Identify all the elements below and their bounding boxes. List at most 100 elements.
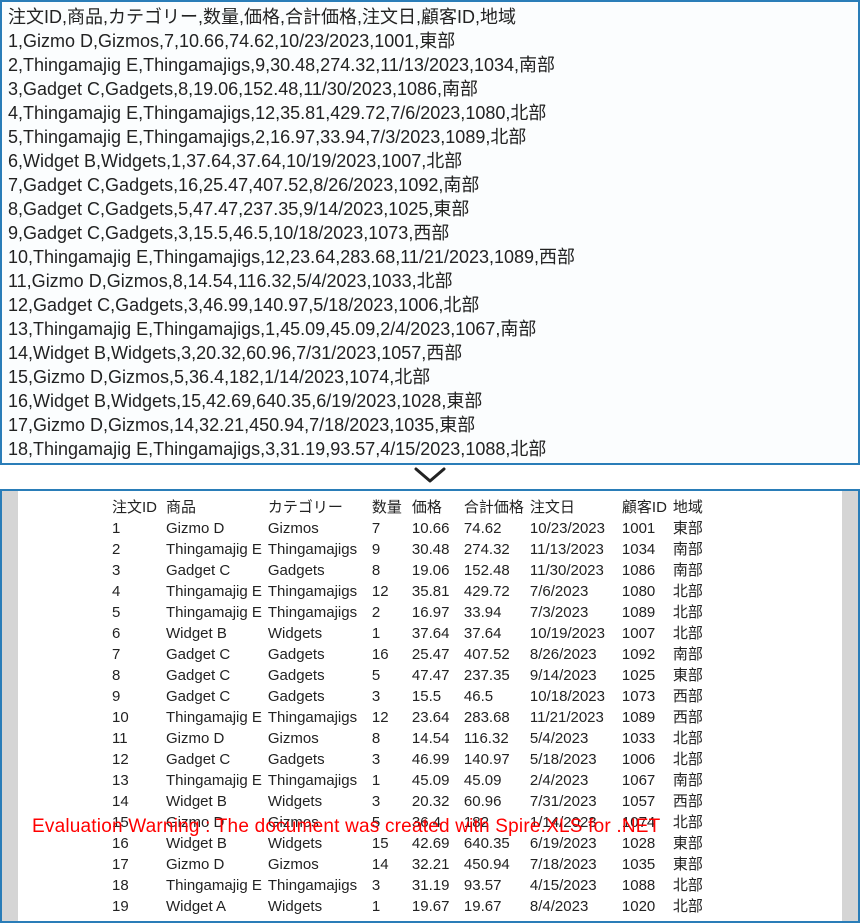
table-cell: Widgets [268, 896, 372, 917]
table-row: 14Widget BWidgets320.3260.967/31/2023105… [112, 791, 723, 812]
csv-data-line: 2,Thingamajig E,Thingamajigs,9,30.48,274… [8, 53, 852, 77]
csv-data-line: 9,Gadget C,Gadgets,3,15.5,46.5,10/18/202… [8, 221, 852, 245]
table-cell: 16.97 [412, 602, 464, 623]
table-cell: 3 [372, 749, 412, 770]
table-row: 6Widget BWidgets137.6437.6410/19/2023100… [112, 623, 723, 644]
table-cell: Thingamajigs [268, 539, 372, 560]
table-cell: Thingamajigs [268, 707, 372, 728]
table-cell: 283.68 [464, 707, 530, 728]
sheet-gutter-left [2, 491, 18, 921]
table-cell: 5 [372, 665, 412, 686]
table-cell: 60.96 [464, 791, 530, 812]
table-cell: 東部 [673, 854, 723, 875]
table-cell: 30.48 [412, 539, 464, 560]
table-cell: 3 [372, 686, 412, 707]
table-cell: Thingamajig E [166, 770, 268, 791]
table-cell: 13 [112, 770, 166, 791]
csv-data-line: 6,Widget B,Widgets,1,37.64,37.64,10/19/2… [8, 149, 852, 173]
table-cell: 10.66 [412, 518, 464, 539]
table-cell: 47.47 [412, 665, 464, 686]
table-cell: Thingamajig E [166, 707, 268, 728]
table-cell: 20.32 [412, 791, 464, 812]
table-cell: 東部 [673, 833, 723, 854]
table-row: 8Gadget CGadgets547.47237.359/14/2023102… [112, 665, 723, 686]
table-cell: 10 [112, 707, 166, 728]
table-cell: 8 [372, 728, 412, 749]
table-cell: 東部 [673, 665, 723, 686]
table-cell: 237.35 [464, 665, 530, 686]
csv-data-line: 7,Gadget C,Gadgets,16,25.47,407.52,8/26/… [8, 173, 852, 197]
table-cell: 10/18/2023 [530, 686, 622, 707]
table-cell: 5 [112, 602, 166, 623]
csv-data-line: 17,Gizmo D,Gizmos,14,32.21,450.94,7/18/2… [8, 413, 852, 437]
table-cell: 1057 [622, 791, 673, 812]
table-cell: 1001 [622, 518, 673, 539]
table-cell: 11 [112, 728, 166, 749]
table-cell: 16 [372, 644, 412, 665]
table-cell: Gadget C [166, 686, 268, 707]
table-row: 19Widget AWidgets119.6719.678/4/20231020… [112, 896, 723, 917]
table-cell: 3 [372, 875, 412, 896]
table-cell: Thingamajig E [166, 581, 268, 602]
table-row: 4Thingamajig EThingamajigs1235.81429.727… [112, 581, 723, 602]
table-cell: 23.64 [412, 707, 464, 728]
table-cell: 1086 [622, 560, 673, 581]
column-header: 価格 [412, 497, 464, 518]
table-cell: 450.94 [464, 854, 530, 875]
table-cell: 14 [372, 854, 412, 875]
table-cell: 1089 [622, 602, 673, 623]
table-cell: Gadgets [268, 749, 372, 770]
table-row: 3Gadget CGadgets819.06152.4811/30/202310… [112, 560, 723, 581]
table-cell: 46.99 [412, 749, 464, 770]
table-cell: 274.32 [464, 539, 530, 560]
table-cell: 12 [372, 581, 412, 602]
table-cell: 4/15/2023 [530, 875, 622, 896]
table-cell: 2/4/2023 [530, 770, 622, 791]
evaluation-warning-watermark: Evaluation Warning : The document was cr… [32, 816, 660, 838]
table-cell: 1 [112, 518, 166, 539]
table-cell: 18 [112, 875, 166, 896]
table-cell: 140.97 [464, 749, 530, 770]
table-cell: 1089 [622, 707, 673, 728]
table-row: 5Thingamajig EThingamajigs216.9733.947/3… [112, 602, 723, 623]
table-cell: 7/6/2023 [530, 581, 622, 602]
table-cell: 7 [372, 518, 412, 539]
table-cell: Widget B [166, 623, 268, 644]
table-cell: 北部 [673, 728, 723, 749]
table-cell: 11/13/2023 [530, 539, 622, 560]
table-cell: 116.32 [464, 728, 530, 749]
table-cell: 1025 [622, 665, 673, 686]
csv-data-line: 18,Thingamajig E,Thingamajigs,3,31.19,93… [8, 437, 852, 461]
table-cell: 10/23/2023 [530, 518, 622, 539]
csv-data-line: 15,Gizmo D,Gizmos,5,36.4,182,1/14/2023,1… [8, 365, 852, 389]
table-cell: 1020 [622, 896, 673, 917]
table-cell: 南部 [673, 770, 723, 791]
table-cell: 3 [372, 791, 412, 812]
table-cell: 10/19/2023 [530, 623, 622, 644]
table-cell: 西部 [673, 791, 723, 812]
table-cell: 6 [112, 623, 166, 644]
table-cell: Gizmos [268, 518, 372, 539]
table-cell: 46.5 [464, 686, 530, 707]
csv-header-line: 注文ID,商品,カテゴリー,数量,価格,合計価格,注文日,顧客ID,地域 [8, 5, 852, 29]
table-cell: Gizmos [268, 728, 372, 749]
table-cell: 北部 [673, 875, 723, 896]
table-cell: Gizmo D [166, 728, 268, 749]
table-cell: 7/31/2023 [530, 791, 622, 812]
table-cell: 12 [112, 749, 166, 770]
column-header: 顧客ID [622, 497, 673, 518]
csv-data-line: 4,Thingamajig E,Thingamajigs,12,35.81,42… [8, 101, 852, 125]
table-cell: 北部 [673, 581, 723, 602]
csv-data-line: 8,Gadget C,Gadgets,5,47.47,237.35,9/14/2… [8, 197, 852, 221]
table-cell: 1 [372, 896, 412, 917]
table-cell: 1 [372, 770, 412, 791]
table-cell: 31.19 [412, 875, 464, 896]
table-cell: Thingamajig E [166, 602, 268, 623]
table-cell: 7 [112, 644, 166, 665]
table-cell: Thingamajig E [166, 539, 268, 560]
table-cell: 西部 [673, 686, 723, 707]
csv-data-line: 10,Thingamajig E,Thingamajigs,12,23.64,2… [8, 245, 852, 269]
table-cell: 19.67 [412, 896, 464, 917]
table-row: 2Thingamajig EThingamajigs930.48274.3211… [112, 539, 723, 560]
csv-data-line: 16,Widget B,Widgets,15,42.69,640.35,6/19… [8, 389, 852, 413]
